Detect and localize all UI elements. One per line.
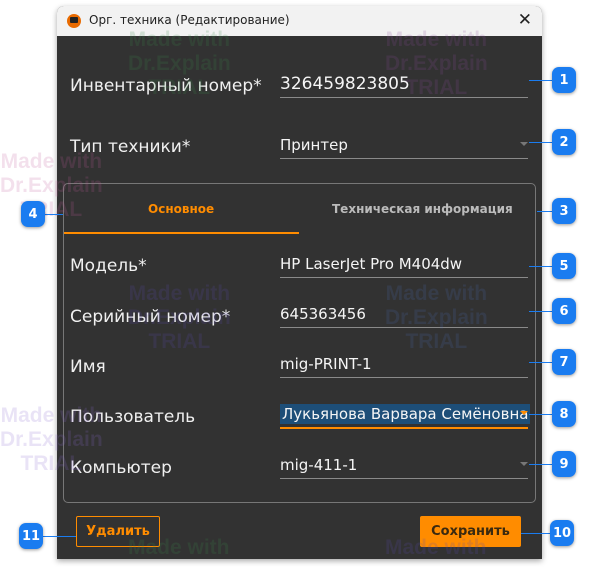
type-value: Принтер <box>280 136 348 154</box>
inventory-input[interactable]: 326459823805 <box>280 73 528 98</box>
user-label: Пользователь <box>70 407 196 427</box>
save-button[interactable]: Сохранить <box>420 516 521 547</box>
callout-9: 9 <box>552 451 576 477</box>
user-combobox[interactable]: Лукьянова Варвара Семёновна <box>280 403 531 429</box>
callout-8: 8 <box>552 401 576 427</box>
callout-6: 6 <box>552 298 576 324</box>
model-input[interactable]: HP LaserJet Pro M404dw <box>280 253 528 278</box>
chevron-down-icon <box>520 142 528 146</box>
close-icon[interactable]: ✕ <box>518 10 532 30</box>
serial-input[interactable]: 645363456 <box>280 303 528 328</box>
title-bar: Орг. техника (Редактирование) ✕ <box>57 6 542 36</box>
callout-4: 4 <box>21 201 45 227</box>
window-title: Орг. техника (Редактирование) <box>89 13 290 27</box>
app-icon <box>67 14 81 28</box>
chevron-down-icon <box>520 411 528 415</box>
tab-technical-info[interactable]: Техническая информация <box>332 202 513 216</box>
computer-label: Компьютер <box>70 458 172 478</box>
type-combobox[interactable]: Принтер <box>280 134 528 159</box>
dialog-window: Орг. техника (Редактирование) ✕ Инвентар… <box>57 6 542 559</box>
callout-5: 5 <box>552 253 576 279</box>
active-tab-indicator <box>64 232 299 234</box>
user-value: Лукьянова Варвара Семёновна <box>280 404 531 424</box>
computer-combobox[interactable]: mig-411-1 <box>280 454 528 479</box>
name-label: Имя <box>70 357 106 377</box>
chevron-down-icon <box>520 462 528 466</box>
callout-10: 10 <box>550 520 574 546</box>
type-label: Тип техники* <box>70 137 191 157</box>
serial-label: Серийный номер* <box>70 307 231 327</box>
computer-value: mig-411-1 <box>280 456 358 474</box>
inventory-label: Инвентарный номер* <box>70 76 262 96</box>
callout-11: 11 <box>19 523 43 549</box>
callout-7: 7 <box>552 349 576 375</box>
callout-1: 1 <box>552 67 576 93</box>
callout-3: 3 <box>552 198 576 224</box>
delete-button[interactable]: Удалить <box>76 516 160 547</box>
name-input[interactable]: mig-PRINT-1 <box>280 353 528 378</box>
callout-2: 2 <box>552 129 576 155</box>
model-label: Модель* <box>70 256 147 276</box>
tab-main[interactable]: Основное <box>148 202 214 216</box>
